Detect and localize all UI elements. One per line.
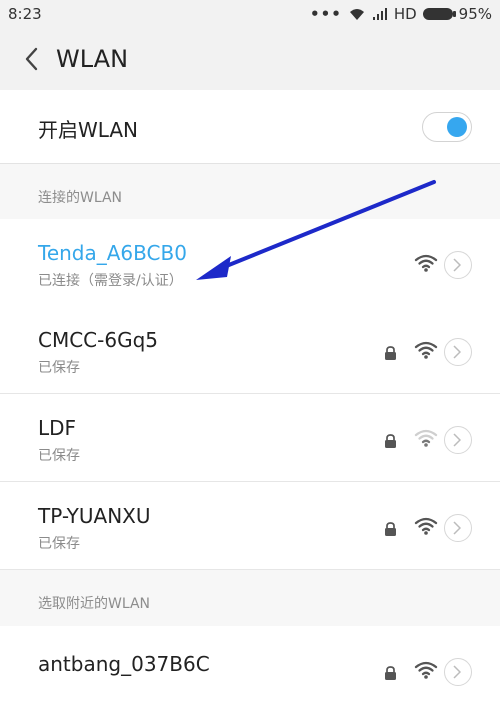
wifi-strong-icon <box>414 254 438 272</box>
network-details-button[interactable] <box>444 338 472 366</box>
chevron-right-icon <box>453 345 461 359</box>
network-name: LDF <box>38 416 77 440</box>
connected-wlan-header: 连接的WLAN <box>0 164 500 219</box>
wifi-strong-icon <box>414 517 438 535</box>
wlan-toggle-label: 开启WLAN <box>38 118 139 142</box>
network-name: TP-YUANXU <box>38 504 151 528</box>
network-row-tp-yuanxu[interactable]: TP-YUANXU 已保存 <box>0 482 500 570</box>
lock-icon <box>385 522 396 536</box>
lock-icon <box>385 434 396 448</box>
chevron-right-icon <box>453 258 461 272</box>
network-status: 已保存 <box>38 536 80 552</box>
network-status: 已保存 <box>38 448 80 464</box>
title-bar: WLAN <box>0 30 500 90</box>
network-row-ldf[interactable]: LDF 已保存 <box>0 394 500 482</box>
network-details-button[interactable] <box>444 426 472 454</box>
page-title: WLAN <box>56 45 129 73</box>
network-name: CMCC-6Gq5 <box>38 328 159 352</box>
network-status: 已保存 <box>38 360 80 376</box>
network-row-antbang[interactable]: antbang_037B6C <box>0 626 500 713</box>
network-name: Tenda_A6BCB0 <box>38 241 187 265</box>
chevron-right-icon <box>453 433 461 447</box>
toggle-knob <box>447 117 467 137</box>
network-details-button[interactable] <box>444 658 472 686</box>
battery-percent: 95% <box>458 5 492 23</box>
battery-icon <box>422 8 456 20</box>
signal-bars-icon <box>372 8 387 20</box>
wifi-weak-icon <box>414 429 438 447</box>
network-row-tenda[interactable]: Tenda_A6BCB0 已连接（需登录/认证） <box>0 219 500 307</box>
chevron-right-icon <box>453 665 461 679</box>
network-type: HD <box>393 5 417 23</box>
back-arrow-icon[interactable] <box>20 44 44 74</box>
nearby-wlan-label: 选取附近的WLAN <box>38 596 151 612</box>
network-details-button[interactable] <box>444 514 472 542</box>
nearby-wlan-header: 选取附近的WLAN <box>0 570 500 626</box>
status-bar: 8:23 ••• HD 95% <box>0 0 500 30</box>
wlan-master-toggle-row[interactable]: 开启WLAN <box>0 90 500 164</box>
chevron-right-icon <box>453 521 461 535</box>
network-details-button[interactable] <box>444 251 472 279</box>
wifi-status-icon <box>349 9 364 20</box>
wlan-toggle[interactable] <box>422 112 472 142</box>
wifi-strong-icon <box>414 661 438 679</box>
network-name: antbang_037B6C <box>38 652 210 676</box>
connected-wlan-label: 连接的WLAN <box>38 190 123 206</box>
lock-icon <box>385 346 396 360</box>
lock-icon <box>385 666 396 680</box>
notification-dots-icon: ••• <box>310 5 342 23</box>
network-status: 已连接（需登录/认证） <box>38 273 183 289</box>
network-row-cmcc[interactable]: CMCC-6Gq5 已保存 <box>0 306 500 394</box>
wifi-strong-icon <box>414 341 438 359</box>
status-time: 8:23 <box>8 5 42 23</box>
status-icons: ••• HD 95% <box>310 5 492 23</box>
